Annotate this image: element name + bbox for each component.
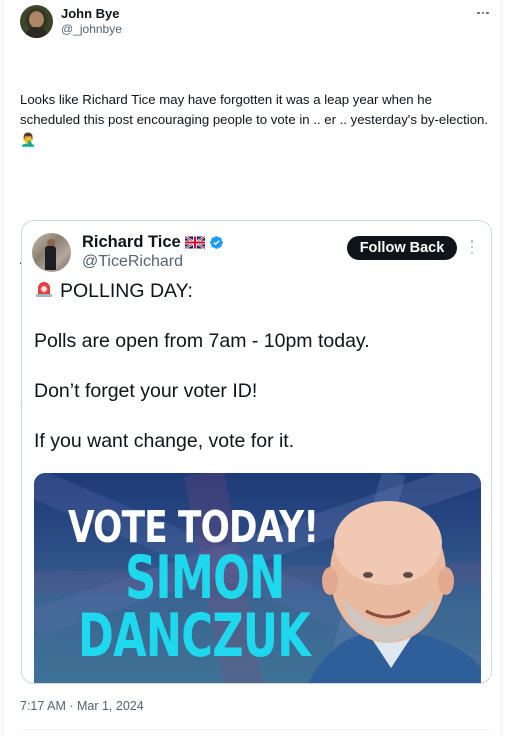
uk-flag-icon (184, 236, 205, 249)
police-siren-emoji-icon (36, 282, 52, 297)
follow-back-button[interactable]: Follow Back (347, 236, 457, 260)
author-handle[interactable]: @_johnbye (61, 22, 122, 37)
tweet-detail-panel: John Bye @_johnbye Looks like Richard Ti… (2, 0, 502, 736)
author-avatar[interactable] (20, 5, 53, 38)
quoted-tweet-author[interactable]: Richard Tice @TiceRichard (32, 233, 224, 272)
divider (20, 729, 492, 730)
ellipsis-vertical-icon (470, 240, 474, 243)
tweet-author[interactable]: John Bye @_johnbye (20, 5, 122, 38)
quoted-author-name[interactable]: Richard Tice (82, 233, 181, 252)
tweet-timestamp[interactable]: 7:17 AM · Mar 1, 2024 (20, 698, 144, 714)
quoted-line: Don’t forget your voter ID! (34, 380, 258, 402)
author-name[interactable]: John Bye (61, 6, 122, 21)
quoted-line: POLLING DAY: (34, 277, 484, 305)
quoted-tweet-text: POLLING DAY: Polls are open from 7am - 1… (34, 277, 484, 455)
verified-badge-icon (209, 236, 223, 249)
quoted-tweet-card[interactable]: Richard Tice @TiceRichard Follow Back PO… (21, 220, 492, 684)
facepalm-emoji-icon: 🤦‍♂️ (20, 132, 37, 147)
tweet-paragraph: Looks like Richard Tice may have forgott… (20, 90, 490, 150)
campaign-image[interactable]: VOTE TODAY! SIMON DANCZUK (34, 473, 481, 683)
candidate-name: SIMON DANCZUK (78, 543, 311, 671)
more-options-button[interactable] (473, 6, 493, 20)
quoted-line: If you want change, vote for it. (34, 430, 295, 452)
quoted-more-options-button[interactable] (469, 240, 475, 254)
quoted-author-handle[interactable]: @TiceRichard (82, 252, 224, 272)
candidate-portrait (308, 501, 481, 683)
ellipsis-horizontal-icon (477, 11, 480, 15)
quoted-author-avatar[interactable] (32, 233, 71, 272)
quoted-line: Polls are open from 7am - 10pm today. (34, 330, 370, 352)
